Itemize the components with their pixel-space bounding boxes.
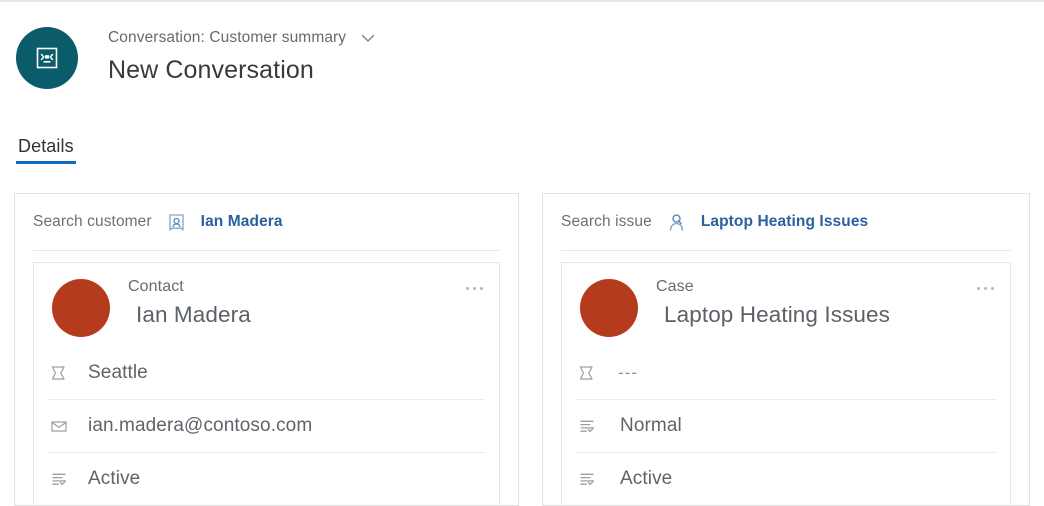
breadcrumb-label: Conversation: Customer summary <box>108 29 347 46</box>
search-issue-label: Search issue <box>561 213 652 230</box>
avatar <box>580 279 638 337</box>
contact-head-text: Contact Ian Madera <box>128 277 251 330</box>
case-status-value: Active <box>620 468 673 489</box>
issue-panel: Search issue Laptop Heating Issues Case <box>542 193 1030 506</box>
contact-location-row: Seattle <box>34 347 499 399</box>
status-icon <box>576 468 598 490</box>
more-options-icon[interactable] <box>972 279 998 297</box>
more-dot <box>990 286 994 290</box>
page-title: New Conversation <box>108 56 314 84</box>
case-record-type: Case <box>656 278 694 295</box>
customer-search-row[interactable]: Search customer Ian Madera <box>15 194 518 250</box>
case-location-value: --- <box>618 363 638 382</box>
contact-status-row: Active <box>34 453 499 505</box>
more-dot <box>472 286 476 290</box>
conversation-summary-page: Conversation: Customer summary New Conve… <box>0 0 1044 506</box>
case-head-text: Case Laptop Heating Issues <box>656 277 890 330</box>
contact-status-value: Active <box>88 468 141 489</box>
customer-panel: Search customer Ian Madera Contact Ian M… <box>14 193 519 506</box>
contact-card-icon <box>166 211 188 233</box>
header-text-block: Conversation: Customer summary New Conve… <box>108 26 379 85</box>
tab-details-label: Details <box>18 136 74 156</box>
contact-email-row: ian.madera@contoso.com <box>34 400 499 452</box>
more-options-icon[interactable] <box>461 279 487 297</box>
more-dot <box>465 286 469 290</box>
case-location-row: --- <box>562 347 1010 399</box>
issue-search-row[interactable]: Search issue Laptop Heating Issues <box>543 194 1029 250</box>
issue-lookup-value[interactable]: Laptop Heating Issues <box>701 213 868 231</box>
tab-bar: Details <box>0 136 1044 174</box>
summary-cards: Search customer Ian Madera Contact Ian M… <box>0 193 1044 506</box>
customer-lookup-value[interactable]: Ian Madera <box>201 213 283 231</box>
case-status-row: Active <box>562 453 1010 505</box>
location-icon <box>48 362 70 384</box>
breadcrumb: Conversation: Customer summary <box>108 26 379 50</box>
issue-search-divider <box>561 250 1011 251</box>
customer-search-divider <box>33 250 500 251</box>
case-record-name: Laptop Heating Issues <box>664 302 891 327</box>
chevron-down-icon[interactable] <box>357 27 379 49</box>
conversation-icon <box>16 27 78 89</box>
status-icon <box>576 415 598 437</box>
contact-record-name: Ian Madera <box>136 302 251 327</box>
top-divider <box>0 0 1044 4</box>
contact-record-type: Contact <box>128 278 184 295</box>
case-record-card: Case Laptop Heating Issues --- Normal Ac… <box>561 262 1011 505</box>
more-dot <box>983 286 987 290</box>
case-record-header: Case Laptop Heating Issues <box>562 263 1010 347</box>
case-person-icon <box>666 211 688 233</box>
case-priority-value: Normal <box>620 415 682 436</box>
contact-email-value: ian.madera@contoso.com <box>88 415 313 436</box>
more-dot <box>976 286 980 290</box>
avatar <box>52 279 110 337</box>
contact-record-card: Contact Ian Madera Seattle ian.madera@co… <box>33 262 500 505</box>
record-header: Conversation: Customer summary New Conve… <box>0 20 1044 106</box>
more-dot <box>479 286 483 290</box>
contact-record-header: Contact Ian Madera <box>34 263 499 347</box>
email-icon <box>48 415 70 437</box>
case-priority-row: Normal <box>562 400 1010 452</box>
location-icon <box>576 362 598 384</box>
search-customer-label: Search customer <box>33 213 152 230</box>
contact-location-value: Seattle <box>88 362 148 383</box>
tab-details-indicator <box>16 161 76 164</box>
tab-details[interactable]: Details <box>16 136 76 172</box>
status-icon <box>48 468 70 490</box>
